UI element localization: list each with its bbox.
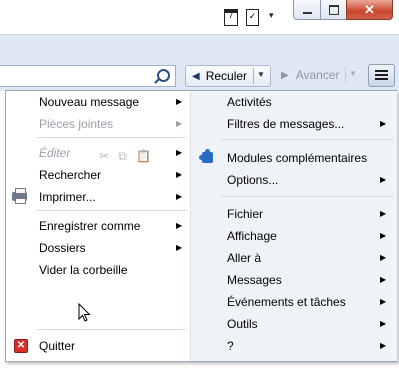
- menu-item-print[interactable]: Imprimer... ▶: [6, 187, 190, 207]
- menu-item-label: ?: [227, 339, 234, 353]
- maximize-button[interactable]: [320, 0, 347, 20]
- chevron-right-icon: ▶: [380, 209, 387, 218]
- menu-item-view[interactable]: Affichage ▶: [191, 226, 397, 246]
- menu-item-label: Messages: [227, 273, 282, 287]
- forward-button-label: Avancer: [295, 68, 340, 82]
- menu-item-label: Nouveau message: [39, 95, 140, 109]
- chevron-right-icon: ▶: [176, 97, 183, 106]
- edit-tools: ✂ ⧉ 📋: [99, 146, 157, 166]
- menu-item-save-as[interactable]: Enregistrer comme ▶: [6, 216, 190, 236]
- minimize-icon: [302, 11, 312, 14]
- chevron-right-icon: ▶: [380, 341, 387, 350]
- close-icon: ✕: [364, 1, 375, 17]
- menu-item-edit: Éditer ✂ ⧉ 📋 ▶: [6, 143, 190, 163]
- hamburger-icon: [375, 70, 388, 72]
- tasks-icon[interactable]: ✓: [246, 9, 259, 26]
- back-button[interactable]: ◀ Reculer ▼: [185, 65, 271, 87]
- menu-item-label: Activités: [227, 95, 272, 109]
- app-menu-button[interactable]: [368, 64, 395, 87]
- forward-dropdown-icon[interactable]: ▼: [349, 69, 357, 78]
- menu-item-label: Rechercher: [39, 168, 102, 182]
- printer-icon: [12, 188, 27, 204]
- chevron-right-icon: ▶: [176, 243, 183, 252]
- chevron-right-icon: ▶: [380, 275, 387, 284]
- search-icon[interactable]: [157, 69, 170, 82]
- toolbar: ◀ Reculer ▼ ▶ Avancer ▼: [0, 34, 399, 91]
- back-dropdown-icon[interactable]: ▼: [257, 70, 265, 79]
- menu-item-label: Dossiers: [39, 241, 86, 255]
- menu-item-go[interactable]: Aller à ▶: [191, 248, 397, 268]
- menu-divider: [221, 139, 393, 140]
- chevron-right-icon: ▶: [176, 148, 183, 157]
- back-arrow-icon: ◀: [192, 70, 200, 82]
- menu-item-label: Affichage: [227, 229, 277, 243]
- menu-item-options[interactable]: Options... ▶: [191, 170, 397, 190]
- chevron-right-icon: ▶: [380, 253, 387, 262]
- chevron-right-icon: ▶: [176, 192, 183, 201]
- menu-item-find[interactable]: Rechercher ▶: [6, 165, 190, 185]
- menu-item-label: Pièces jointes: [39, 117, 114, 131]
- title-bar: 7 ✓ ▾ ✕: [0, 0, 399, 34]
- menu-item-activities[interactable]: Activités: [191, 92, 397, 112]
- menu-item-label: Quitter: [39, 339, 76, 353]
- paste-icon: 📋: [136, 149, 152, 163]
- menu-item-empty-trash[interactable]: Vider la corbeille: [6, 260, 190, 280]
- app-menu-left-column: Nouveau message ▶ Pièces jointes ▶ Édite…: [6, 91, 190, 361]
- menu-item-label: Éditer: [39, 146, 71, 160]
- chevron-down-icon[interactable]: ▾: [269, 10, 274, 21]
- menu-item-label: Imprimer...: [39, 190, 96, 204]
- menu-item-label: Aller à: [227, 251, 262, 265]
- hamburger-icon-line: [375, 78, 388, 80]
- menu-item-events-tasks[interactable]: Événements et tâches ▶: [191, 292, 397, 312]
- copy-icon: ⧉: [118, 149, 127, 163]
- back-button-label: Reculer: [205, 69, 248, 83]
- app-menu-right-column: Activités Filtres de messages... ▶ Modul…: [190, 91, 397, 361]
- menu-item-messages[interactable]: Messages ▶: [191, 270, 397, 290]
- chevron-right-icon: ▶: [380, 297, 387, 306]
- menu-item-attachments: Pièces jointes ▶: [6, 114, 190, 134]
- menu-divider: [36, 210, 186, 211]
- divider: [345, 67, 346, 83]
- close-button[interactable]: ✕: [346, 0, 393, 20]
- chevron-right-icon: ▶: [176, 170, 183, 179]
- chevron-right-icon: ▶: [176, 221, 183, 230]
- menu-item-label: Enregistrer comme: [39, 219, 141, 233]
- menu-item-addons[interactable]: Modules complémentaires: [191, 148, 397, 168]
- hamburger-icon-line: [375, 74, 388, 76]
- forward-button[interactable]: ▶ Avancer ▼: [277, 65, 361, 85]
- chevron-right-icon: ▶: [380, 119, 387, 128]
- menu-divider: [36, 137, 186, 138]
- app-menu-popup: Nouveau message ▶ Pièces jointes ▶ Édite…: [5, 90, 397, 362]
- menu-item-label: Modules complémentaires: [227, 151, 368, 165]
- quit-icon: ✕: [14, 339, 28, 353]
- minimize-button[interactable]: [293, 0, 321, 20]
- menu-item-label: Événements et tâches: [227, 295, 346, 309]
- menu-item-folders[interactable]: Dossiers ▶: [6, 238, 190, 258]
- chevron-right-icon: ▶: [380, 319, 387, 328]
- menu-item-message-filters[interactable]: Filtres de messages... ▶: [191, 114, 397, 134]
- forward-arrow-icon: ▶: [281, 69, 289, 81]
- cut-icon: ✂: [99, 149, 110, 163]
- menu-item-tools[interactable]: Outils ▶: [191, 314, 397, 334]
- menu-divider: [36, 329, 186, 330]
- menu-item-label: Vider la corbeille: [39, 263, 128, 277]
- puzzle-icon: [199, 149, 213, 163]
- menu-item-label: Options...: [227, 173, 279, 187]
- menu-item-label: Fichier: [227, 207, 264, 221]
- menu-item-file[interactable]: Fichier ▶: [191, 204, 397, 224]
- search-input[interactable]: [0, 65, 176, 87]
- calendar-icon[interactable]: 7: [224, 9, 238, 26]
- chevron-right-icon: ▶: [380, 175, 387, 184]
- maximize-icon: [328, 4, 339, 15]
- menu-divider: [221, 196, 393, 197]
- chevron-right-icon: ▶: [176, 119, 183, 128]
- menu-item-help[interactable]: ? ▶: [191, 336, 397, 356]
- chevron-right-icon: ▶: [380, 231, 387, 240]
- menu-item-new-message[interactable]: Nouveau message ▶: [6, 92, 190, 112]
- menu-item-quit[interactable]: ✕ Quitter: [6, 336, 190, 356]
- menu-item-label: Outils: [227, 317, 258, 331]
- menu-item-label: Filtres de messages...: [227, 117, 345, 131]
- divider: [253, 68, 254, 84]
